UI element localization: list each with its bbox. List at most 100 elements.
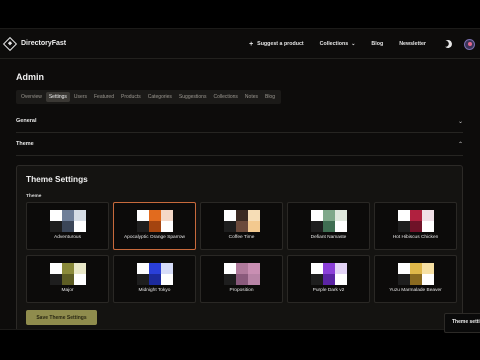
theme-color-swatch (136, 210, 173, 232)
swatch-color (136, 210, 149, 221)
theme-card[interactable]: Adventurous (26, 202, 109, 250)
tab-categories[interactable]: Categories (145, 92, 175, 102)
swatch-color (160, 263, 173, 274)
theme-name: Purple Dark v2 (312, 288, 345, 293)
theme-card[interactable]: Major (26, 255, 109, 303)
swatch-color (235, 221, 248, 232)
swatch-color (310, 210, 323, 221)
tab-settings[interactable]: Settings (45, 92, 70, 102)
swatch-color (334, 210, 347, 221)
theme-card[interactable]: Coffee Time (200, 202, 283, 250)
swatch-color (409, 210, 422, 221)
theme-settings-panel: Theme Settings Theme Adventurous Apocalyp… (16, 165, 463, 329)
newsletter-link[interactable]: Newsletter (399, 41, 426, 47)
section-theme[interactable]: Theme ⌃ (16, 133, 463, 156)
tab-overview[interactable]: Overview (18, 92, 45, 102)
swatch-color (397, 221, 410, 232)
theme-color-swatch (223, 263, 260, 285)
swatch-color (73, 274, 86, 285)
section-general-label: General (16, 118, 37, 124)
swatch-color (160, 210, 173, 221)
swatch-color (247, 210, 260, 221)
theme-color-swatch (397, 210, 434, 232)
theme-card[interactable]: Midnight Tokyo (113, 255, 196, 303)
swatch-color (409, 274, 422, 285)
theme-name: Defiant Namaste (310, 235, 347, 240)
swatch-color (322, 221, 335, 232)
save-theme-settings-button[interactable]: Save Theme Settings (26, 310, 97, 325)
theme-card[interactable]: Defiant Namaste (287, 202, 370, 250)
theme-card[interactable]: Proposition (200, 255, 283, 303)
theme-name: Apocalyptic Orange Sparrow (123, 235, 186, 240)
swatch-color (148, 274, 161, 285)
swatch-color (397, 263, 410, 274)
swatch-color (223, 210, 236, 221)
swatch-color (136, 263, 149, 274)
panel-title: Theme Settings (26, 174, 88, 184)
theme-name: Major (61, 288, 74, 293)
swatch-color (247, 263, 260, 274)
plus-icon: + (249, 40, 254, 48)
theme-grid: Adventurous Apocalyptic Orange Sparrow Cof… (26, 202, 457, 303)
brand[interactable]: DirectoryFast (2, 36, 67, 51)
tab-notes[interactable]: Notes (242, 92, 261, 102)
tab-featured[interactable]: Featured (91, 92, 117, 102)
page-title: Admin (16, 72, 44, 82)
swatch-color (160, 274, 173, 285)
swatch-color (223, 221, 236, 232)
avatar[interactable] (464, 38, 475, 50)
theme-color-swatch (49, 263, 86, 285)
tab-collections[interactable]: Collections (210, 92, 240, 102)
swatch-color (310, 274, 323, 285)
swatch-color (409, 221, 422, 232)
swatch-color (421, 210, 434, 221)
theme-card[interactable]: Purple Dark v2 (287, 255, 370, 303)
blog-label: Blog (371, 41, 384, 47)
section-general[interactable]: General ⌄ (16, 110, 463, 133)
swatch-color (136, 274, 149, 285)
swatch-color (73, 263, 86, 274)
swatch-color (73, 210, 86, 221)
swatch-color (223, 263, 236, 274)
brand-name: DirectoryFast (21, 40, 67, 47)
swatch-color (73, 221, 86, 232)
chevron-up-icon: ⌃ (457, 141, 463, 148)
theme-card[interactable]: Hot Hibiscus Chicken (374, 202, 457, 250)
swatch-color (49, 210, 62, 221)
collections-label: Collections (319, 41, 349, 47)
theme-field-label: Theme (26, 194, 42, 199)
swatch-color (61, 274, 74, 285)
tab-products[interactable]: Products (118, 92, 144, 102)
newsletter-label: Newsletter (399, 41, 426, 47)
theme-color-swatch (310, 263, 347, 285)
theme-color-swatch (136, 263, 173, 285)
dark-mode-toggle-icon[interactable] (443, 39, 453, 49)
theme-card[interactable]: Yuzu Marmalade Beaver (374, 255, 457, 303)
swatch-color (310, 221, 323, 232)
suggest-product-link[interactable]: + Suggest a product (249, 41, 304, 48)
theme-color-swatch (397, 263, 434, 285)
theme-name: Yuzu Marmalade Beaver (389, 288, 442, 293)
swatch-color (421, 221, 434, 232)
swatch-color (397, 274, 410, 285)
collections-dropdown[interactable]: Collections ⌄ (320, 41, 356, 47)
swatch-color (421, 274, 434, 285)
swatch-color (148, 221, 161, 232)
swatch-color (61, 210, 74, 221)
tab-suggestions[interactable]: Suggestions (176, 92, 210, 102)
swatch-color (49, 274, 62, 285)
chevron-down-icon: ⌄ (351, 41, 356, 47)
suggest-product-label: Suggest a product (257, 41, 304, 47)
theme-name: Hot Hibiscus Chicken (392, 235, 439, 240)
tab-users[interactable]: Users (71, 92, 90, 102)
swatch-color (61, 263, 74, 274)
theme-card[interactable]: Apocalyptic Orange Sparrow (113, 202, 196, 250)
swatch-color (322, 263, 335, 274)
tab-blog[interactable]: Blog (262, 92, 278, 102)
swatch-color (421, 263, 434, 274)
swatch-color (148, 263, 161, 274)
swatch-color (61, 221, 74, 232)
blog-link[interactable]: Blog (371, 41, 383, 47)
swatch-color (397, 210, 410, 221)
theme-color-swatch (223, 210, 260, 232)
